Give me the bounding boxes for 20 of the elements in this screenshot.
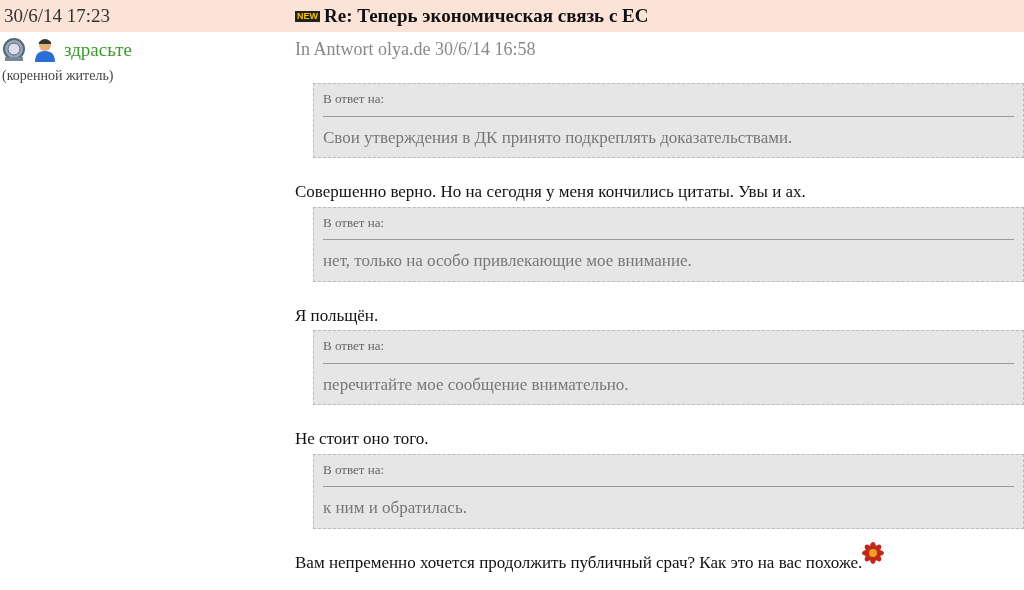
author-name[interactable]: здрасьте (64, 36, 132, 65)
post-text: Вам непременно хочется продолжить публичный срач? Как это на вас похоже. (295, 551, 863, 574)
badge-icon (2, 38, 26, 63)
post-text: Совершенно верно. Но на сегодня у меня кончились цитаты. Увы и ах. (295, 181, 806, 203)
post-title: Re: Теперь экономическая связь с ЕС (324, 3, 649, 28)
post-text: Не стоит оно того. (295, 428, 429, 450)
quote-text: Свои утверждения в ДК принято подкреплять доказательствами. (323, 126, 794, 149)
author-rank: (коренной житель) (2, 66, 115, 85)
quote-text: нет, только на особо привлекающие мое внимание. (323, 250, 693, 272)
user-icon (34, 38, 56, 63)
quote-text: перечитайте мое сообщение внимательно. (323, 373, 630, 396)
post-date: 30/6/14 17:23 (3, 3, 112, 28)
quote-label: В ответ на: (323, 337, 386, 355)
quote-label: В ответ на: (323, 90, 386, 108)
reply-info: In Antwort olya.de 30/6/14 16:58 (295, 38, 537, 61)
new-badge: NEW (295, 10, 320, 22)
post-text: Я польщён. (295, 304, 379, 327)
quote-label: В ответ на: (323, 460, 386, 479)
quote-text: к ним и обратилась. (323, 497, 468, 519)
quote-label: В ответ на: (323, 213, 386, 232)
